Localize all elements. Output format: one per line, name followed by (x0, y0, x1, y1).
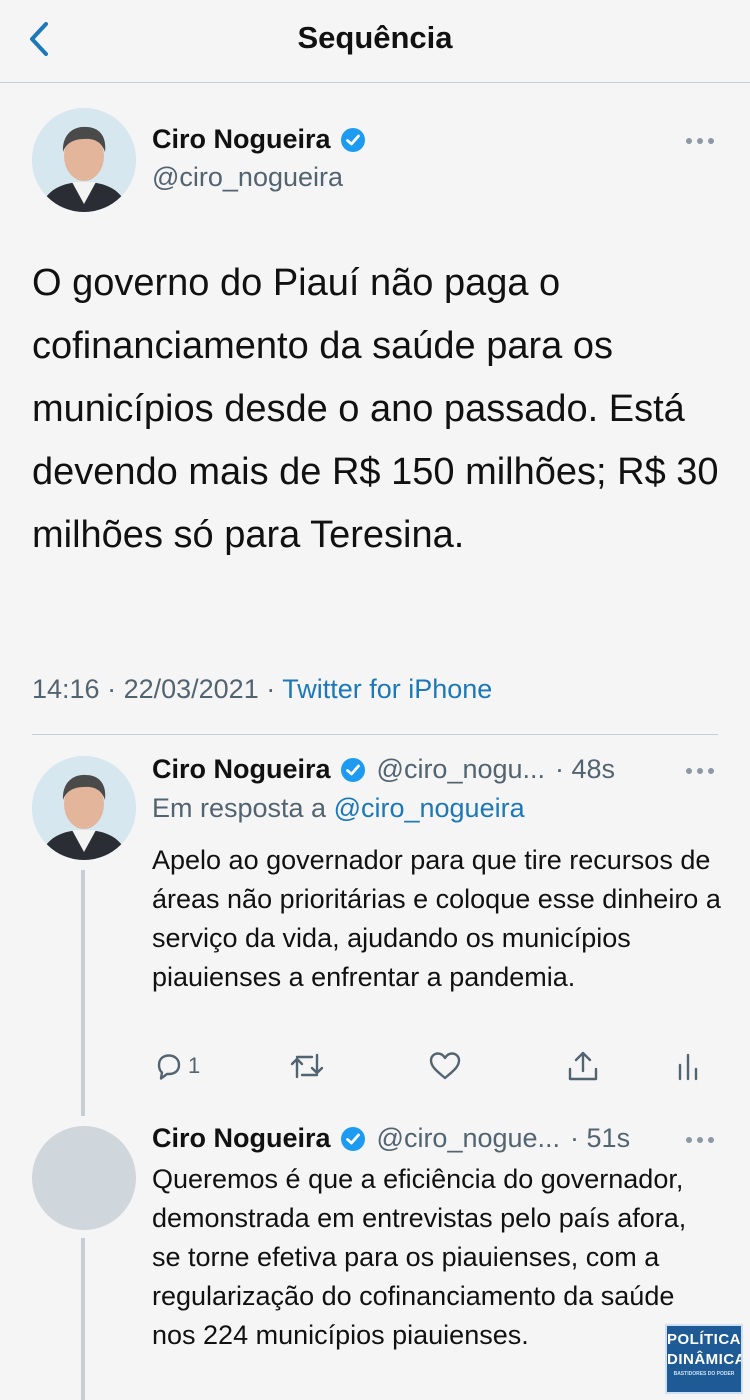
analytics-icon (678, 1053, 698, 1081)
meta-separator: · (99, 674, 124, 704)
author-name[interactable]: Ciro Nogueira (152, 124, 331, 155)
avatar[interactable] (32, 1126, 136, 1230)
author-handle[interactable]: @ciro_nogu... (377, 754, 546, 785)
tweet-age: · 48s (555, 754, 616, 784)
reply-button[interactable]: 1 (152, 1044, 200, 1088)
author-handle[interactable]: @ciro_nogueira (152, 162, 343, 193)
tweet-meta: 14:16 · 22/03/2021 · Twitter for iPhone (32, 674, 492, 705)
author-row: Ciro Nogueira @ciro_nogu... · 48s (152, 754, 615, 785)
watermark-line-2: DINÂMICA (667, 1351, 743, 1368)
reply-icon (157, 1054, 181, 1080)
retweet-icon (290, 1053, 324, 1079)
author-name[interactable]: Ciro Nogueira (152, 1123, 331, 1154)
like-button[interactable] (428, 1044, 462, 1088)
watermark-tagline: BASTIDORES DO PODER (673, 1371, 735, 1377)
avatar[interactable] (32, 108, 136, 212)
analytics-button[interactable] (674, 1044, 702, 1088)
reply-count: 1 (188, 1053, 201, 1078)
author-handle[interactable]: @ciro_nogue... (377, 1123, 561, 1154)
verified-badge-icon (340, 127, 365, 152)
watermark-logo: POLÍTICA DINÂMICA BASTIDORES DO PODER (665, 1324, 743, 1394)
more-icon[interactable] (686, 138, 714, 144)
reply-context: Em resposta a @ciro_nogueira (152, 793, 525, 824)
meta-separator: · (258, 674, 283, 704)
avatar[interactable] (32, 756, 136, 860)
share-icon (568, 1051, 598, 1081)
verified-badge-icon (340, 757, 365, 782)
retweet-button[interactable] (288, 1044, 326, 1088)
tweet-age: · 51s (570, 1123, 631, 1153)
tweet-text: Queremos é que a eficiência do governado… (152, 1164, 687, 1350)
tweet-text: Apelo ao governador para que tire recurs… (152, 845, 721, 992)
tweet-text: O governo do Piauí não paga o cofinancia… (32, 262, 719, 556)
author-name[interactable]: Ciro Nogueira (152, 754, 331, 785)
divider (32, 734, 718, 735)
like-icon (429, 1052, 461, 1080)
thread-connector (81, 1238, 85, 1400)
share-button[interactable] (566, 1044, 600, 1088)
reply-label: Em resposta a (152, 793, 334, 823)
portrait-image (32, 756, 136, 860)
portrait-image (32, 108, 136, 212)
author-row: Ciro Nogueira (152, 124, 367, 155)
page-title: Sequência (297, 20, 453, 55)
thread-connector (81, 870, 85, 1116)
action-bar: 1 (152, 1044, 712, 1088)
watermark-line-1: POLÍTICA (667, 1331, 741, 1348)
reply-mention-link[interactable]: @ciro_nogueira (334, 793, 525, 823)
author-row: Ciro Nogueira @ciro_nogue... · 51s (152, 1123, 630, 1154)
top-nav-bar: Sequência (0, 0, 750, 83)
more-icon[interactable] (686, 1137, 714, 1143)
tweet-time: 14:16 (32, 674, 100, 704)
tweet-date: 22/03/2021 (123, 674, 259, 704)
verified-badge-icon (340, 1126, 365, 1151)
tweet-client-link[interactable]: Twitter for iPhone (282, 674, 492, 704)
more-icon[interactable] (686, 768, 714, 774)
